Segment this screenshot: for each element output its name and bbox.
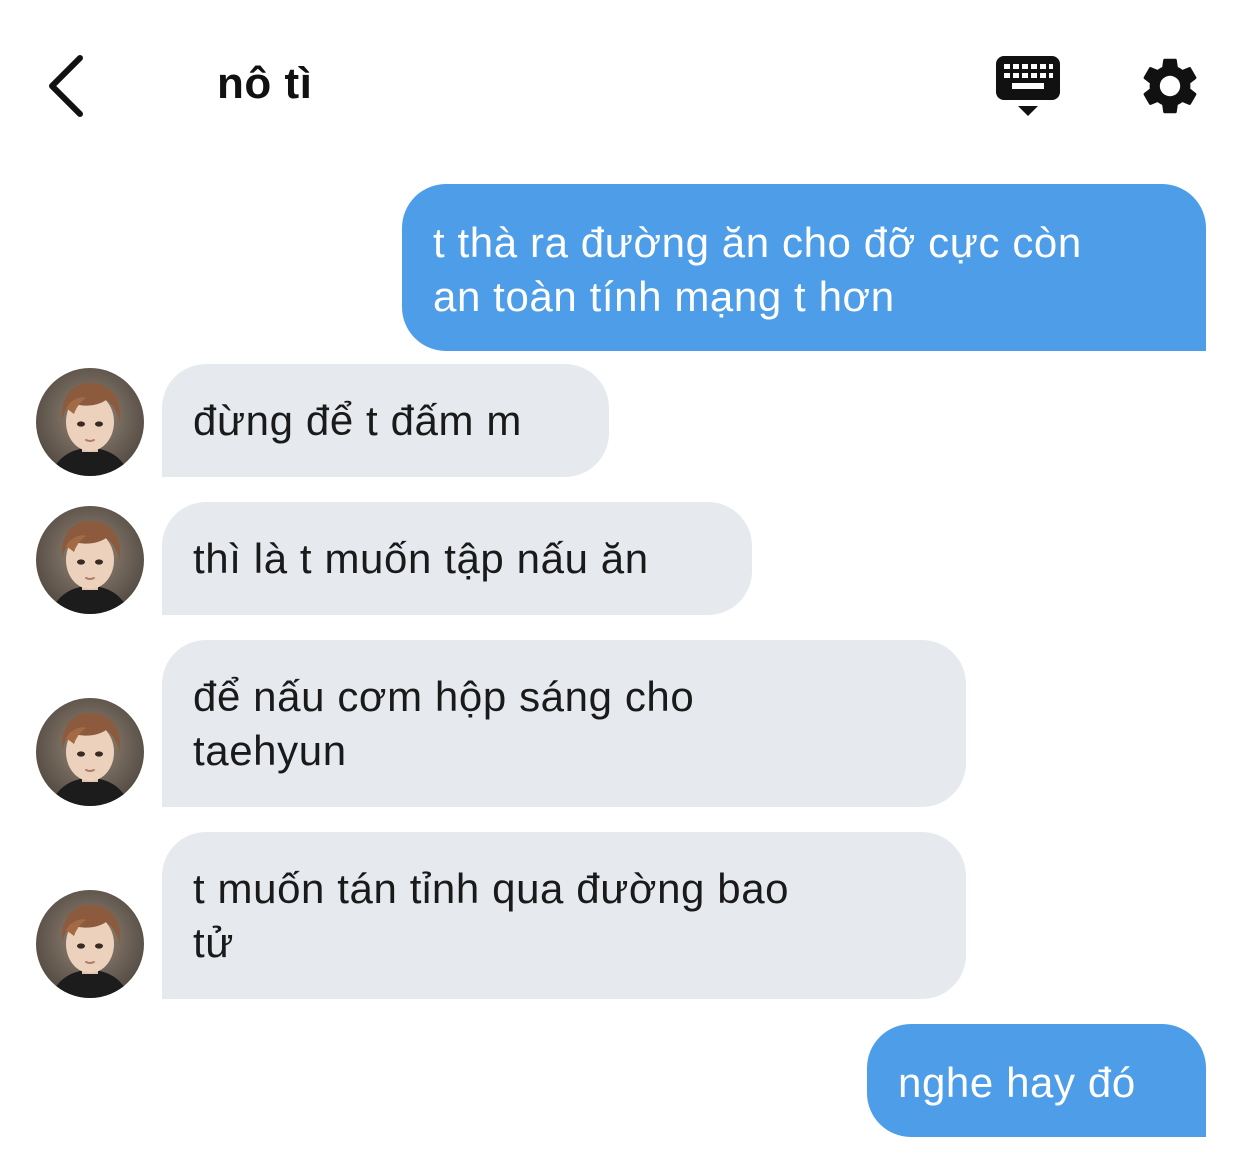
avatar[interactable] — [36, 698, 144, 806]
keyboard-toggle-button[interactable] — [990, 50, 1066, 122]
message-line: đừng để t đấm m — [193, 397, 522, 444]
keyboard-icon — [996, 56, 1060, 116]
message-bubble-incoming[interactable]: để nấu cơm hộp sáng cho taehyun — [162, 640, 966, 807]
gear-icon — [1143, 58, 1197, 114]
avatar[interactable] — [36, 368, 144, 476]
settings-button[interactable] — [1136, 52, 1204, 120]
back-button[interactable] — [36, 44, 116, 124]
message-line: t thà ra đường ăn cho đỡ cực còn — [433, 219, 1082, 266]
message-bubble-incoming[interactable]: t muốn tán tỉnh qua đường bao tử — [162, 832, 966, 999]
message-line: an toàn tính mạng t hơn — [433, 273, 895, 320]
chat-header: nô tì — [0, 0, 1242, 160]
message-line: taehyun — [193, 727, 347, 774]
avatar[interactable] — [36, 506, 144, 614]
message-line: thì là t muốn tập nấu ăn — [193, 535, 649, 582]
message-bubble-incoming[interactable]: thì là t muốn tập nấu ăn — [162, 502, 752, 615]
message-line: để nấu cơm hộp sáng cho — [193, 673, 695, 720]
message-line: t muốn tán tỉnh qua đường bao — [193, 865, 790, 912]
message-line: nghe hay đó — [898, 1059, 1136, 1106]
message-bubble-outgoing[interactable]: nghe hay đó — [867, 1024, 1206, 1137]
message-bubble-incoming[interactable]: đừng để t đấm m — [162, 364, 609, 477]
avatar[interactable] — [36, 890, 144, 998]
chat-title: nô tì — [217, 59, 313, 108]
message-line: tử — [193, 919, 234, 966]
chevron-left-icon — [49, 55, 83, 117]
message-bubble-outgoing[interactable]: t thà ra đường ăn cho đỡ cực còn an toàn… — [402, 184, 1206, 351]
